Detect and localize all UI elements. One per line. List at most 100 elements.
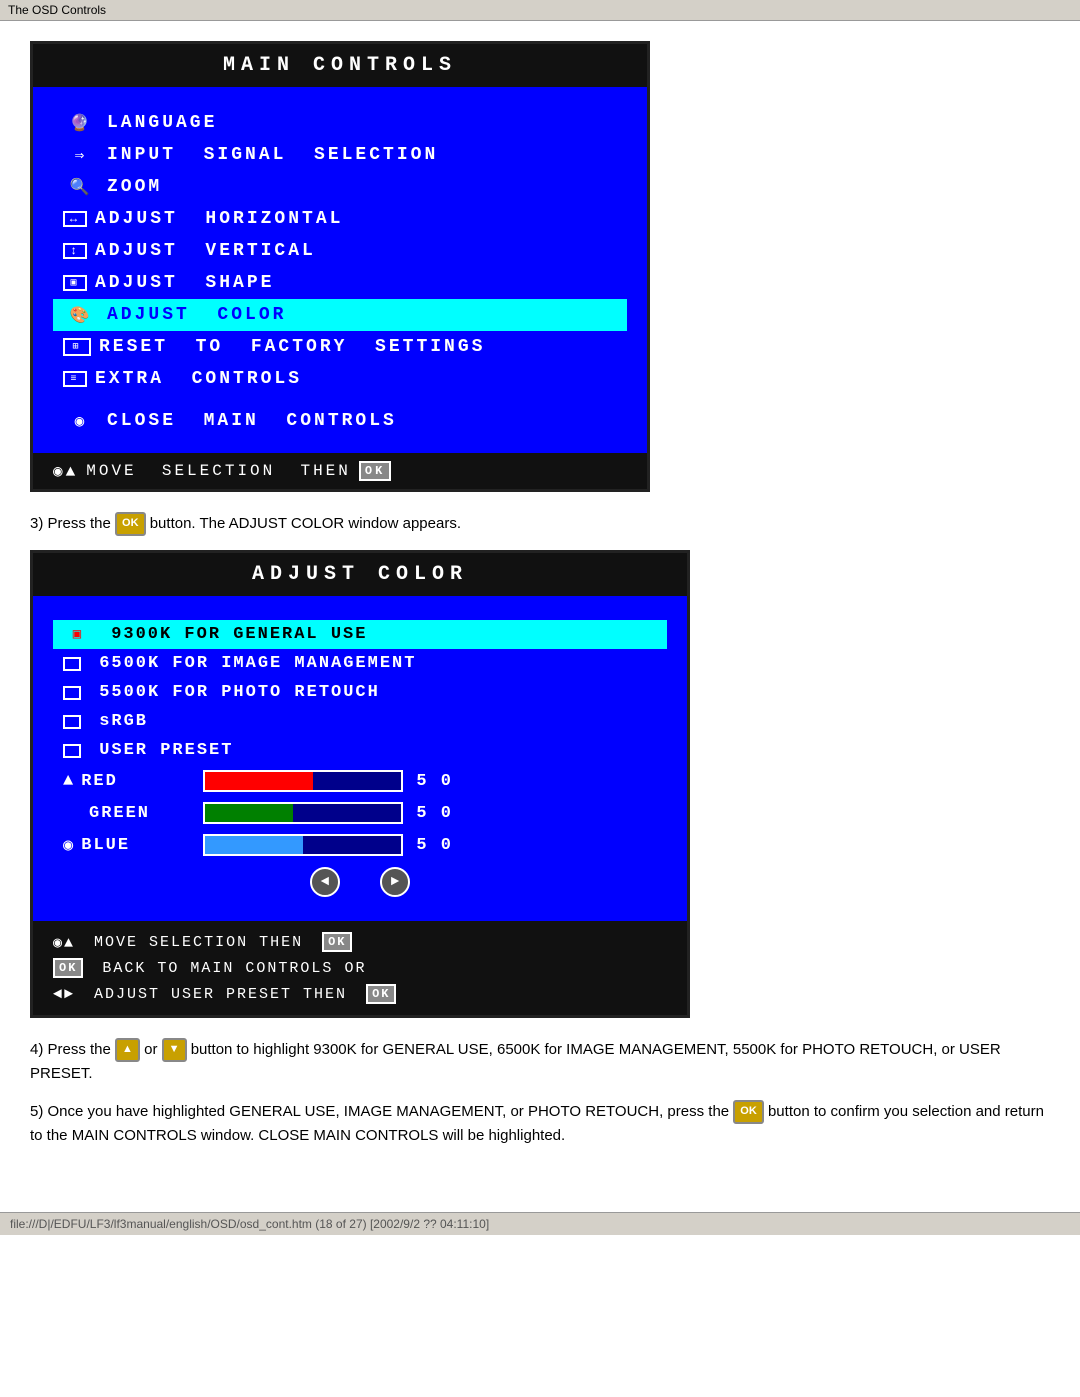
nav-left-button[interactable]: ◄ [310, 867, 340, 897]
label-9300k: 9300K FOR GENERAL USE [99, 625, 367, 644]
step5-paragraph: 5) Once you have highlighted GENERAL USE… [30, 1100, 1050, 1148]
vertical-icon: ↕ [63, 243, 87, 259]
slider-red-label: ▲ RED [63, 772, 193, 791]
slider-blue-label: ◉ BLUE [63, 835, 193, 856]
horizontal-icon: ↔ [63, 211, 87, 227]
osd-item-label-horizontal: ADJUST HORIZONTAL [95, 209, 343, 229]
page-content: MAIN CONTROLS 🔮 LANGUAGE ⇒ INPUT SIGNAL … [0, 21, 1080, 1182]
slider-blue-bar[interactable] [203, 834, 403, 856]
step3-text: 3) Press the [30, 515, 111, 532]
osd-item-close[interactable]: ◉ CLOSE MAIN CONTROLS [53, 405, 627, 437]
status-bar-text: file:///D|/EDFU/LF3/lf3manual/english/OS… [10, 1217, 489, 1231]
step5-text: 5) Once you have highlighted GENERAL USE… [30, 1103, 733, 1120]
slider-green-fill [205, 804, 293, 822]
main-controls-body: 🔮 LANGUAGE ⇒ INPUT SIGNAL SELECTION 🔍 ZO… [33, 87, 647, 453]
slider-green-row: GREEN 5 0 [53, 797, 667, 829]
osd-item-shape[interactable]: ▣ ADJUST SHAPE [53, 267, 627, 299]
shape-icon: ▣ [63, 275, 87, 291]
blue-text: BLUE [81, 836, 130, 855]
step4-paragraph: 4) Press the ▲ or ▼ button to highlight … [30, 1038, 1050, 1086]
osd-item-label-language: LANGUAGE [107, 113, 217, 133]
label-srgb: sRGB [87, 712, 148, 731]
slider-blue-value: 5 0 [413, 836, 453, 855]
step4-or: or [144, 1041, 162, 1058]
slider-green-bar[interactable] [203, 802, 403, 824]
status-bar: file:///D|/EDFU/LF3/lf3manual/english/OS… [0, 1212, 1080, 1235]
nav-right-button[interactable]: ► [380, 867, 410, 897]
footer-icons: ◉▲ [53, 461, 78, 481]
adjust-item-5500k[interactable]: 5500K FOR PHOTO RETOUCH [53, 678, 667, 707]
ok-button-footer[interactable]: OK [359, 461, 391, 481]
step3-rest: button. The ADJUST COLOR window appears. [150, 515, 461, 532]
icon-srgb [63, 715, 81, 729]
adjust-item-6500k[interactable]: 6500K FOR IMAGE MANAGEMENT [53, 649, 667, 678]
osd-item-reset[interactable]: ⊞ RESET TO FACTORY SETTINGS [53, 331, 627, 363]
footer-line-1: ◉▲ MOVE SELECTION THEN OK [53, 929, 667, 955]
main-controls-footer: ◉▲ MOVE SELECTION THEN OK [33, 453, 647, 489]
osd-item-vertical[interactable]: ↕ ADJUST VERTICAL [53, 235, 627, 267]
osd-item-input[interactable]: ⇒ INPUT SIGNAL SELECTION [53, 139, 627, 171]
top-bar-title: The OSD Controls [8, 3, 106, 17]
footer-line1-text: MOVE SELECTION THEN [83, 934, 314, 951]
zoom-icon: 🔍 [63, 177, 99, 197]
step4-up-button[interactable]: ▲ [115, 1038, 140, 1062]
adjust-item-user-preset[interactable]: USER PRESET [53, 736, 667, 765]
footer-line3-text: ADJUST USER PRESET THEN [83, 986, 358, 1003]
footer-line1-ok[interactable]: OK [322, 932, 352, 952]
step4-down-button[interactable]: ▼ [162, 1038, 187, 1062]
step4-text: 4) Press the [30, 1041, 111, 1058]
language-icon: 🔮 [63, 113, 99, 133]
adjust-color-body: ▣ 9300K FOR GENERAL USE 6500K FOR IMAGE … [33, 596, 687, 921]
slider-red-row: ▲ RED 5 0 [53, 765, 667, 797]
footer-line-3: ◄► ADJUST USER PRESET THEN OK [53, 981, 667, 1007]
icon-9300k: ▣ [63, 626, 93, 643]
osd-item-label-reset: RESET TO FACTORY SETTINGS [99, 337, 485, 357]
adjust-item-9300k[interactable]: ▣ 9300K FOR GENERAL USE [53, 620, 667, 649]
slider-red-value: 5 0 [413, 772, 453, 791]
color-icon: 🎨 [63, 305, 99, 325]
slider-blue-fill [205, 836, 303, 854]
step3-paragraph: 3) Press the OK button. The ADJUST COLOR… [30, 512, 1050, 536]
osd-item-label-zoom: ZOOM [107, 177, 162, 197]
red-icon: ▲ [63, 772, 75, 791]
osd-item-label-extra: EXTRA CONTROLS [95, 369, 302, 389]
footer-line3-arrows: ◄► [53, 986, 75, 1003]
osd-item-label-input: INPUT SIGNAL SELECTION [107, 145, 438, 165]
label-5500k: 5500K FOR PHOTO RETOUCH [87, 683, 380, 702]
osd-item-zoom[interactable]: 🔍 ZOOM [53, 171, 627, 203]
blue-icon: ◉ [63, 835, 75, 856]
label-6500k: 6500K FOR IMAGE MANAGEMENT [87, 654, 416, 673]
footer-line1-icons: ◉▲ [53, 933, 75, 952]
osd-item-horizontal[interactable]: ↔ ADJUST HORIZONTAL [53, 203, 627, 235]
osd-item-extra[interactable]: ≡ EXTRA CONTROLS [53, 363, 627, 395]
icon-5500k [63, 686, 81, 700]
slider-red-bar[interactable] [203, 770, 403, 792]
slider-red-fill [205, 772, 313, 790]
slider-green-value: 5 0 [413, 804, 453, 823]
adjust-color-panel: ADJUST COLOR ▣ 9300K FOR GENERAL USE 650… [30, 550, 690, 1018]
osd-item-language[interactable]: 🔮 LANGUAGE [53, 107, 627, 139]
main-controls-title: MAIN CONTROLS [33, 44, 647, 87]
osd-item-label-shape: ADJUST SHAPE [95, 273, 274, 293]
osd-item-label-color: ADJUST COLOR [107, 305, 286, 325]
label-user-preset: USER PRESET [87, 741, 233, 760]
footer-line3-ok[interactable]: OK [366, 984, 396, 1004]
adjust-color-title: ADJUST COLOR [33, 553, 687, 596]
close-icon: ◉ [63, 411, 99, 431]
slider-green-label: GREEN [63, 804, 193, 823]
osd-item-label-close: CLOSE MAIN CONTROLS [107, 411, 397, 431]
adjust-item-srgb[interactable]: sRGB [53, 707, 667, 736]
reset-icon: ⊞ [63, 338, 91, 356]
input-icon: ⇒ [63, 145, 99, 165]
icon-6500k [63, 657, 81, 671]
osd-item-color[interactable]: 🎨 ADJUST COLOR [53, 299, 627, 331]
step5-ok-button[interactable]: OK [733, 1100, 764, 1124]
step3-ok-button[interactable]: OK [115, 512, 146, 536]
footer-line2-text: BACK TO MAIN CONTROLS OR [91, 960, 366, 977]
adjust-color-footer: ◉▲ MOVE SELECTION THEN OK OK BACK TO MAI… [33, 921, 687, 1015]
footer-line2-ok[interactable]: OK [53, 958, 83, 978]
green-text: GREEN [89, 804, 150, 823]
icon-user-preset [63, 744, 81, 758]
footer-line-2: OK BACK TO MAIN CONTROLS OR [53, 955, 667, 981]
extra-icon: ≡ [63, 371, 87, 387]
